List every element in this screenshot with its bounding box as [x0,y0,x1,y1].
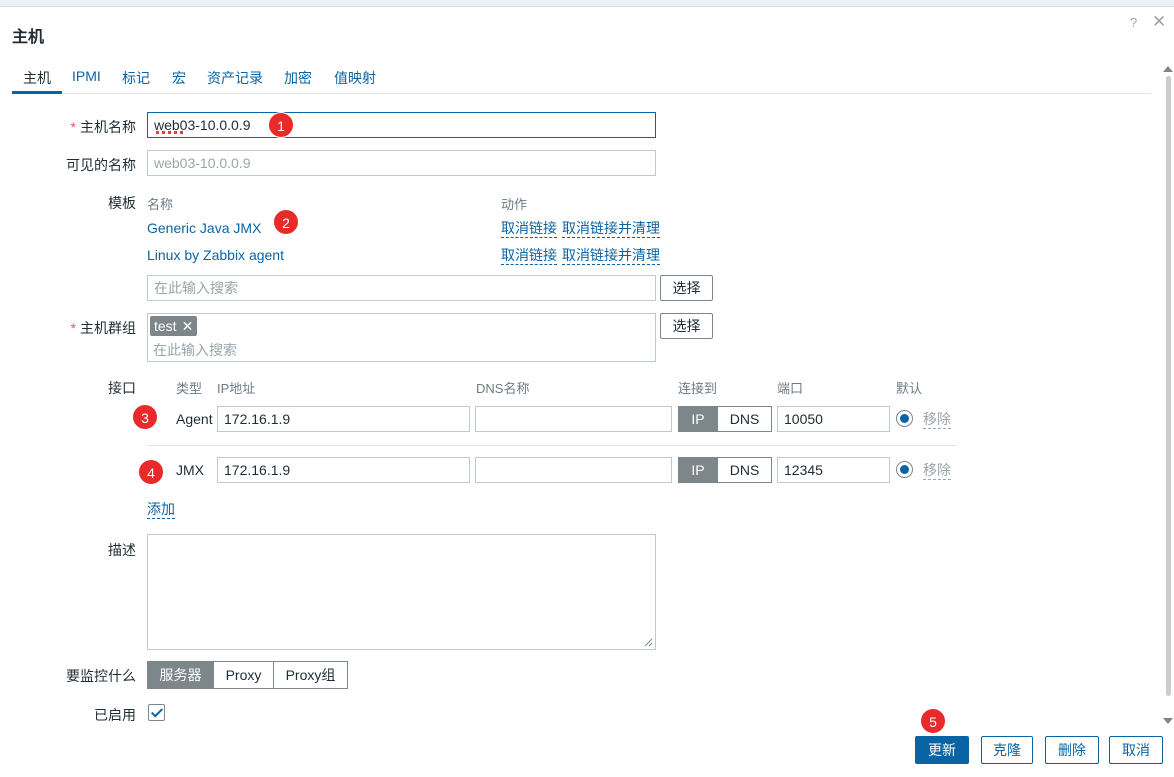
tab-value-mapping[interactable]: 值映射 [334,68,376,88]
iface-ip-input[interactable]: 172.16.1.9 [217,457,470,483]
iface-col-ip: IP地址 [217,381,256,396]
iface-default-radio[interactable] [896,461,913,478]
iface-col-dns: DNS名称 [476,381,530,396]
host-groups-search-placeholder[interactable]: 在此输入搜索 [153,340,237,360]
monitored-by-label: 要监控什么 [66,668,136,684]
scroll-down-icon[interactable] [1163,718,1173,724]
templates-col-action: 动作 [501,197,528,212]
add-interface-button[interactable]: 添加 [147,501,175,519]
tab-inventory[interactable]: 资产记录 [207,68,263,88]
templates-col-name: 名称 [147,197,174,212]
update-button[interactable]: 更新 [915,736,969,764]
active-tab-indicator [12,91,62,94]
iface-col-connect: 连接到 [678,381,718,396]
tab-tags[interactable]: 标记 [122,68,150,88]
template-unlink-clear-button[interactable]: 取消链接并清理 [562,220,660,238]
iface-type: JMX [176,462,204,478]
iface-default-radio[interactable] [896,410,913,427]
scrollbar[interactable] [1162,66,1173,726]
spellcheck-underline [156,131,186,134]
annotation-badge: 2 [273,209,299,235]
template-search-input[interactable]: 在此输入搜索 [147,275,656,301]
visible-name-label: 可见的名称 [66,157,136,173]
template-unlink-clear-button[interactable]: 取消链接并清理 [562,247,660,265]
tab-encryption[interactable]: 加密 [284,68,312,88]
iface-connect-dns-button[interactable]: DNS [717,457,772,483]
template-select-button[interactable]: 选择 [660,275,713,301]
delete-button[interactable]: 删除 [1045,736,1099,764]
iface-port-input[interactable]: 12345 [777,457,890,483]
enabled-checkbox[interactable] [148,704,165,721]
enabled-label: 已启用 [94,707,136,723]
monitored-by-proxy-group-button[interactable]: Proxy组 [273,661,348,689]
host-groups-select-button[interactable]: 选择 [660,313,713,339]
tab-ipmi[interactable]: IPMI [72,68,101,84]
iface-remove-button[interactable]: 移除 [923,411,951,429]
monitored-by-server-button[interactable]: 服务器 [147,661,214,689]
tab-bar: 主机 IPMI 标记 宏 资产记录 加密 值映射 [12,60,1151,94]
iface-connect-ip-button[interactable]: IP [678,457,718,483]
iface-col-default: 默认 [896,381,923,396]
tab-macros[interactable]: 宏 [172,68,186,88]
iface-type: Agent [176,411,213,427]
resize-handle-icon[interactable] [644,638,653,647]
host-group-tag: test ✕ [150,316,198,336]
visible-name-input[interactable]: web03-10.0.0.9 [147,150,656,176]
tag-remove-icon[interactable]: ✕ [182,318,194,334]
iface-port-input[interactable]: 10050 [777,406,890,432]
interfaces-label: 接口 [108,380,136,396]
description-textarea[interactable] [147,534,656,650]
monitored-by-proxy-button[interactable]: Proxy [213,661,274,689]
iface-ip-input[interactable]: 172.16.1.9 [217,406,470,432]
required-mark: * [70,119,76,135]
template-link[interactable]: Generic Java JMX [147,220,261,236]
template-search-placeholder: 在此输入搜索 [154,280,238,296]
annotation-badge: 5 [920,708,946,734]
iface-remove-button[interactable]: 移除 [923,462,951,480]
templates-label: 模板 [108,195,136,211]
template-unlink-button[interactable]: 取消链接 [501,247,557,265]
annotation-badge: 4 [138,459,164,485]
iface-dns-input[interactable] [475,457,672,483]
iface-connect-dns-button[interactable]: DNS [717,406,772,432]
template-unlink-button[interactable]: 取消链接 [501,220,557,238]
cancel-button[interactable]: 取消 [1109,736,1163,764]
description-label: 描述 [108,542,136,558]
clone-button[interactable]: 克隆 [981,736,1033,764]
help-icon[interactable]: ? [1130,15,1137,30]
host-name-input[interactable]: web03-10.0.0.9 [147,112,656,138]
host-groups-label: * 主机群组 [70,320,136,336]
annotation-badge: 3 [132,404,158,430]
iface-col-port: 端口 [777,381,804,396]
iface-connect-ip-button[interactable]: IP [678,406,718,432]
dialog-title: 主机 [12,29,45,46]
tab-host[interactable]: 主机 [23,68,51,88]
annotation-badge: 1 [268,112,294,138]
required-mark: * [70,320,76,336]
iface-col-type: 类型 [176,381,203,396]
close-icon[interactable]: ✕ [1152,12,1166,32]
interface-divider [147,445,956,446]
host-name-label: * 主机名称 [70,119,136,135]
template-link[interactable]: Linux by Zabbix agent [147,247,284,263]
scroll-up-icon[interactable] [1163,66,1173,72]
scroll-thumb[interactable] [1166,76,1171,696]
iface-dns-input[interactable] [475,406,672,432]
